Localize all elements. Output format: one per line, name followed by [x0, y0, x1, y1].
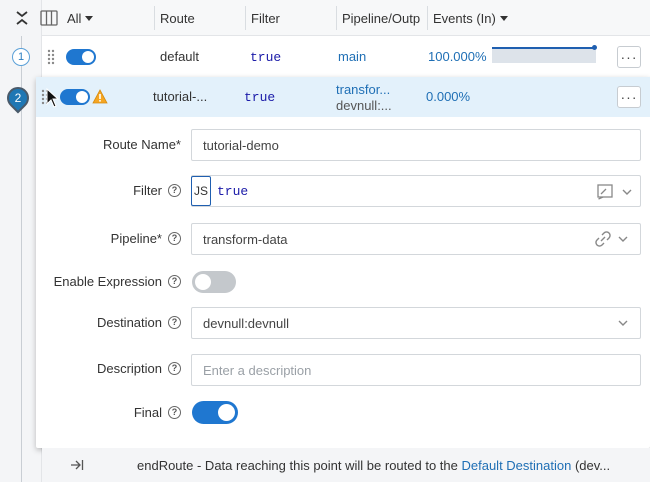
help-icon[interactable]: ?: [168, 231, 181, 245]
chevron-down-icon[interactable]: [618, 234, 628, 244]
final-label: Final?: [40, 404, 181, 420]
route-name-input[interactable]: tutorial-demo: [191, 129, 641, 161]
column-header-filter[interactable]: Filter: [251, 0, 331, 36]
route-enabled-toggle[interactable]: [60, 89, 90, 105]
route-enabled-toggle[interactable]: [66, 49, 96, 65]
route-events-percent: 0.000%: [426, 89, 471, 104]
description-label: Description?: [40, 360, 181, 376]
all-filter-dropdown[interactable]: All: [67, 0, 107, 36]
chevron-down-icon[interactable]: [622, 187, 632, 197]
help-icon[interactable]: ?: [168, 405, 181, 419]
filter-expression-input[interactable]: JS true: [191, 175, 641, 207]
route-number-badge: 2: [14, 91, 22, 105]
route-name-label: Route Name*: [102, 136, 181, 152]
chevron-down-icon[interactable]: [618, 318, 628, 328]
sparkline-line: [492, 47, 594, 49]
destination-select[interactable]: devnull:devnull: [191, 307, 641, 339]
enable-expression-toggle[interactable]: [192, 271, 236, 293]
filter-value: true: [217, 183, 249, 199]
link-icon[interactable]: [595, 231, 611, 247]
chevron-down-icon: [85, 15, 94, 21]
route-pipeline-link[interactable]: transfor...: [336, 82, 402, 97]
sparkline-point: [592, 45, 597, 50]
route-destination-text: devnull:...: [336, 98, 392, 113]
end-route-row: endRoute - Data reaching this point will…: [42, 448, 650, 482]
expand-editor-icon[interactable]: [597, 184, 613, 200]
end-route-text: endRoute - Data reaching this point will…: [137, 457, 611, 473]
all-label: All: [67, 10, 82, 26]
column-divider: [154, 6, 155, 30]
route-name: tutorial-...: [153, 89, 208, 104]
events-sparkline: [492, 47, 596, 63]
column-divider: [336, 6, 337, 30]
destination-label: Destination?: [40, 314, 181, 330]
route-filter: true: [250, 50, 282, 65]
js-badge: JS: [191, 176, 211, 206]
column-divider: [427, 6, 428, 30]
columns-icon[interactable]: [40, 10, 58, 26]
mouse-cursor-icon: [46, 88, 60, 108]
help-icon[interactable]: ?: [168, 315, 181, 329]
route-pipeline-link[interactable]: main: [338, 49, 418, 64]
description-input[interactable]: Enter a description: [191, 354, 641, 386]
route-events-percent: 100.000%: [428, 49, 487, 64]
end-route-icon: [71, 460, 84, 470]
row-more-button[interactable]: ···: [617, 46, 641, 68]
chevron-down-icon: [499, 15, 508, 21]
route-filter: true: [244, 90, 276, 105]
pipeline-label: Pipeline*?: [40, 230, 181, 246]
column-header-route[interactable]: Route: [160, 0, 240, 36]
final-toggle[interactable]: [192, 401, 238, 424]
help-icon[interactable]: ?: [168, 274, 181, 288]
enable-expression-label: Enable Expression?: [40, 273, 181, 289]
column-divider: [245, 6, 246, 30]
collapse-all-icon[interactable]: [12, 8, 32, 28]
drag-handle-icon[interactable]: [47, 49, 55, 65]
help-icon[interactable]: ?: [168, 183, 181, 197]
pipeline-select[interactable]: transform-data: [191, 223, 641, 255]
default-destination-link[interactable]: Default Destination: [461, 458, 571, 473]
warning-icon: [92, 89, 108, 104]
column-header-pipeline[interactable]: Pipeline/Outp: [342, 0, 426, 36]
row-more-button[interactable]: ···: [617, 86, 641, 108]
events-label: Events (In): [433, 10, 496, 26]
help-icon[interactable]: ?: [168, 361, 181, 375]
route-name: default: [160, 49, 200, 64]
filter-label: Filter?: [40, 182, 181, 198]
route-number-badge: 1: [12, 48, 30, 66]
column-header-events[interactable]: Events (In): [433, 0, 523, 36]
